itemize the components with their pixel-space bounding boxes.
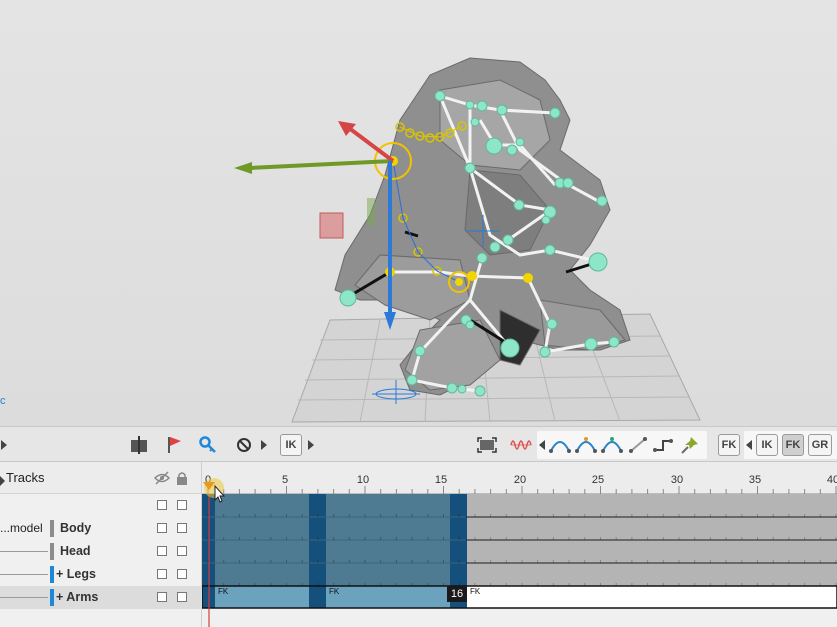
timeline-tracks[interactable] — [202, 494, 837, 627]
track-color-bar — [50, 589, 54, 606]
timeline[interactable]: 0 5 10 15 20 25 30 35 40 — [202, 462, 837, 627]
clip-label: FK — [329, 587, 340, 596]
arms-clip-empty[interactable] — [467, 586, 837, 608]
track-color-bar — [50, 566, 54, 583]
tree-line — [0, 551, 48, 552]
fk-button[interactable]: FK — [718, 434, 740, 456]
track-row-body[interactable]: ...model Body — [0, 517, 202, 540]
ruler-tick-label: 40 — [826, 474, 837, 486]
track-name[interactable]: + Arms — [56, 590, 98, 604]
ruler-tick-label: 15 — [434, 474, 448, 486]
clip-label: FK — [218, 587, 229, 596]
collapse-arrow-icon[interactable] — [0, 473, 5, 491]
ik-dropdown-arrow-icon[interactable] — [307, 433, 315, 457]
disable-icon[interactable] — [232, 433, 256, 457]
arms-clip[interactable] — [326, 586, 450, 608]
key-icon[interactable] — [196, 433, 220, 457]
fk-mode-button[interactable]: FK — [782, 434, 804, 456]
track-row[interactable] — [0, 494, 202, 517]
ik-mode-button[interactable]: IK — [756, 434, 778, 456]
lock-icon[interactable] — [176, 471, 188, 490]
arms-clip[interactable] — [215, 586, 309, 608]
animation-toolbar: IK FK IK FK GR — [0, 426, 837, 462]
marker-flag-icon[interactable] — [162, 433, 186, 457]
track-row-arms[interactable]: + Arms — [0, 586, 202, 609]
viewport-scene[interactable] — [0, 0, 837, 426]
keyframe-column[interactable] — [309, 494, 326, 608]
curve-prev-arrow-icon[interactable] — [538, 433, 546, 457]
tracks-panel: Tracks ...model Body Head + Legs + Arms — [0, 462, 202, 627]
track-name: Body — [60, 521, 92, 535]
track-name: Head — [60, 544, 91, 558]
ruler-tick-label: 5 — [281, 474, 289, 486]
ik-button[interactable]: IK — [280, 434, 302, 456]
visibility-checkbox[interactable] — [157, 546, 167, 556]
pin-icon[interactable] — [678, 433, 702, 457]
curve-step-icon[interactable] — [652, 433, 674, 457]
track-row-legs[interactable]: + Legs — [0, 563, 202, 586]
track-name[interactable]: + Legs — [56, 567, 96, 581]
lock-checkbox[interactable] — [177, 592, 187, 602]
lock-checkbox[interactable] — [177, 523, 187, 533]
lock-checkbox[interactable] — [177, 500, 187, 510]
ruler-tick-label: 10 — [356, 474, 370, 486]
collapse-arrow-icon[interactable] — [0, 433, 8, 457]
track-color-bar — [50, 543, 54, 560]
tracks-header: Tracks — [0, 462, 201, 494]
ruler-tick-label: 20 — [513, 474, 527, 486]
visibility-checkbox[interactable] — [157, 523, 167, 533]
gr-mode-button[interactable]: GR — [808, 434, 832, 456]
visibility-checkbox[interactable] — [157, 569, 167, 579]
ruler-tick-label: 30 — [670, 474, 684, 486]
curve-ease-in-icon[interactable] — [574, 433, 598, 457]
tree-line — [0, 597, 48, 598]
visibility-checkbox[interactable] — [157, 500, 167, 510]
track-model-label: ...model — [0, 521, 43, 535]
tracks-title: Tracks — [6, 470, 45, 485]
3d-viewport[interactable]: c — [0, 0, 837, 426]
dropdown-arrow-icon[interactable] — [260, 433, 268, 457]
visibility-checkbox[interactable] — [157, 592, 167, 602]
frame-selection-icon[interactable] — [475, 433, 499, 457]
timeline-ruler[interactable]: 0 5 10 15 20 25 30 35 40 — [202, 462, 837, 494]
curve-ease-out-icon[interactable] — [600, 433, 624, 457]
playhead-handle[interactable] — [202, 478, 226, 504]
track-row-head[interactable]: Head — [0, 540, 202, 563]
ruler-tick-label: 25 — [591, 474, 605, 486]
lock-checkbox[interactable] — [177, 569, 187, 579]
frame-badge: 16 — [447, 586, 467, 602]
tree-line — [0, 574, 48, 575]
ruler-tick-label: 35 — [748, 474, 762, 486]
track-color-bar — [50, 520, 54, 537]
visibility-hidden-icon[interactable] — [153, 471, 171, 490]
ikfk-prev-arrow-icon[interactable] — [745, 433, 753, 457]
curve-linear-icon[interactable] — [627, 433, 649, 457]
curve-ease-icon[interactable] — [548, 433, 572, 457]
lock-checkbox[interactable] — [177, 546, 187, 556]
viewport-corner-label: c — [0, 395, 6, 407]
waveform-icon[interactable] — [509, 433, 533, 457]
split-clip-icon[interactable] — [127, 433, 151, 457]
clip-label: FK — [470, 587, 481, 596]
